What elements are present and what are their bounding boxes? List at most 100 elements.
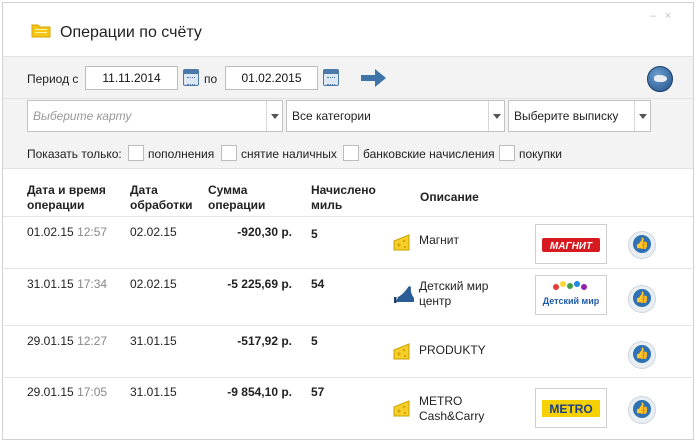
row-amount: -9 854,10 р. xyxy=(227,385,292,399)
row-processed-date: 31.01.15 xyxy=(130,334,177,348)
account-operations-window: Операции по счёту – × Период с 11.11.201… xyxy=(2,2,694,440)
row-description-line1: PRODUKTY xyxy=(419,343,486,357)
statement-select-value: Выберите выписку xyxy=(514,109,619,123)
row-amount: -920,30 р. xyxy=(237,225,292,239)
thumbs-up-icon: 👍 xyxy=(633,400,651,418)
thumbs-up-icon: 👍 xyxy=(633,345,651,363)
row-datetime: 01.02.15 12:57 xyxy=(27,225,107,240)
header-miles-line1: Начислено xyxy=(311,183,376,197)
period-from-label: Период с xyxy=(27,72,79,86)
table-row[interactable]: 31.01.15 17:34 02.02.15 -5 225,69 р. 54 … xyxy=(3,268,693,325)
header-datetime[interactable]: Дата и время операции xyxy=(27,183,106,213)
title-bar: Операции по счёту – × xyxy=(3,3,693,57)
header-miles-line2: миль xyxy=(311,198,343,212)
row-date: 31.01.15 xyxy=(27,277,74,291)
row-processed-date: 31.01.15 xyxy=(130,385,177,399)
detsky-mir-logo-text: Детский мир xyxy=(543,296,600,306)
cheese-icon xyxy=(393,400,410,417)
detsky-mir-logo: Детский мир xyxy=(543,281,600,306)
header-description[interactable]: Описание xyxy=(420,190,479,205)
row-amount: -517,92 р. xyxy=(237,334,292,348)
period-to-label: по xyxy=(204,72,218,86)
apply-arrow-icon[interactable] xyxy=(361,67,387,89)
cheese-icon xyxy=(393,234,410,251)
calendar-icon[interactable] xyxy=(183,69,199,86)
row-processed-date: 02.02.15 xyxy=(130,225,177,239)
replenishment-label: пополнения xyxy=(148,147,215,161)
row-miles: 54 xyxy=(311,277,325,291)
shoe-icon xyxy=(394,286,414,303)
row-description: Магнит xyxy=(419,233,459,248)
minimize-button[interactable]: – xyxy=(650,10,656,22)
calendar-icon[interactable] xyxy=(323,69,339,86)
table-row[interactable]: 01.02.15 12:57 02.02.15 -920,30 р. 5 Маг… xyxy=(3,216,693,268)
row-miles: 5 xyxy=(311,334,318,348)
cash-withdrawal-label: снятие наличных xyxy=(241,147,337,161)
row-processed-date: 02.02.15 xyxy=(130,277,177,291)
replenishment-checkbox[interactable] xyxy=(128,145,144,161)
bank-accruals-label: банковские начисления xyxy=(363,147,495,161)
header-miles[interactable]: Начислено миль xyxy=(311,183,376,213)
show-only-label: Показать только: xyxy=(27,147,122,161)
header-datetime-line1: Дата и время xyxy=(27,183,106,197)
merchant-logo-magnit: МАГНИТ xyxy=(535,224,607,264)
row-miles: 5 xyxy=(311,227,318,241)
chevron-down-icon xyxy=(488,101,504,131)
row-description-line2: Cash&Carry xyxy=(419,409,485,423)
magnit-logo: МАГНИТ xyxy=(542,238,600,252)
row-description: PRODUKTY xyxy=(419,343,486,358)
header-amount-line1: Сумма xyxy=(208,183,248,197)
row-time: 12:57 xyxy=(77,225,108,239)
row-datetime: 31.01.15 17:34 xyxy=(27,277,107,292)
row-datetime: 29.01.15 17:05 xyxy=(27,385,107,400)
category-select-value: Все категории xyxy=(292,109,371,123)
header-amount[interactable]: Сумма операции xyxy=(208,183,265,213)
like-button[interactable]: 👍 xyxy=(628,396,656,424)
row-description-line1: Детский мир xyxy=(419,279,489,293)
category-select[interactable]: Все категории xyxy=(286,100,505,132)
header-datetime-line2: операции xyxy=(27,198,85,212)
row-datetime: 29.01.15 12:27 xyxy=(27,334,107,349)
show-only-bar: Показать только: пополнения снятие налич… xyxy=(3,139,693,169)
purchases-label: покупки xyxy=(519,147,563,161)
select-filter-bar: Выберите карту Все категории Выберите вы… xyxy=(3,99,693,139)
row-time: 17:34 xyxy=(77,277,108,291)
card-select[interactable]: Выберите карту xyxy=(27,100,283,132)
merchant-logo-metro: METRO xyxy=(535,388,607,428)
thumbs-up-icon: 👍 xyxy=(633,235,651,253)
row-date: 29.01.15 xyxy=(27,334,74,348)
row-date: 29.01.15 xyxy=(27,385,74,399)
header-amount-line2: операции xyxy=(208,198,266,212)
date-to-input[interactable]: 01.02.2015 xyxy=(225,66,318,90)
header-processed[interactable]: Дата обработки xyxy=(130,183,192,213)
like-button[interactable]: 👍 xyxy=(628,285,656,313)
table-row[interactable]: 29.01.15 17:05 31.01.15 -9 854,10 р. 57 … xyxy=(3,377,693,439)
row-description-line1: METRO xyxy=(419,394,463,408)
card-select-value: Выберите карту xyxy=(33,109,132,123)
period-filter-bar: Период с 11.11.2014 по 01.02.2015 xyxy=(3,57,693,99)
table-row[interactable]: 29.01.15 12:27 31.01.15 -517,92 р. 5 PRO… xyxy=(3,325,693,377)
purchases-checkbox[interactable] xyxy=(499,145,515,161)
row-description-line2: центр xyxy=(419,294,452,308)
window-title: Операции по счёту xyxy=(60,24,202,41)
date-from-input[interactable]: 11.11.2014 xyxy=(85,66,178,90)
bank-accruals-checkbox[interactable] xyxy=(343,145,359,161)
row-miles: 57 xyxy=(311,385,325,399)
like-button[interactable]: 👍 xyxy=(628,231,656,259)
header-processed-line1: Дата xyxy=(130,183,158,197)
magnit-logo-text: МАГНИТ xyxy=(550,241,593,252)
metro-logo: METRO xyxy=(542,400,600,417)
statement-select[interactable]: Выберите выписку xyxy=(508,100,651,132)
cheese-icon xyxy=(393,343,410,360)
header-processed-line2: обработки xyxy=(130,198,193,212)
globe-icon[interactable] xyxy=(647,66,673,92)
like-button[interactable]: 👍 xyxy=(628,341,656,369)
chevron-down-icon xyxy=(634,101,650,131)
row-amount: -5 225,69 р. xyxy=(227,277,292,291)
row-description-line1: Магнит xyxy=(419,233,460,247)
row-description: Детский мир центр xyxy=(419,279,488,309)
folder-icon xyxy=(31,24,51,38)
chevron-down-icon xyxy=(266,101,282,131)
close-button[interactable]: × xyxy=(665,10,671,22)
cash-withdrawal-checkbox[interactable] xyxy=(221,145,237,161)
